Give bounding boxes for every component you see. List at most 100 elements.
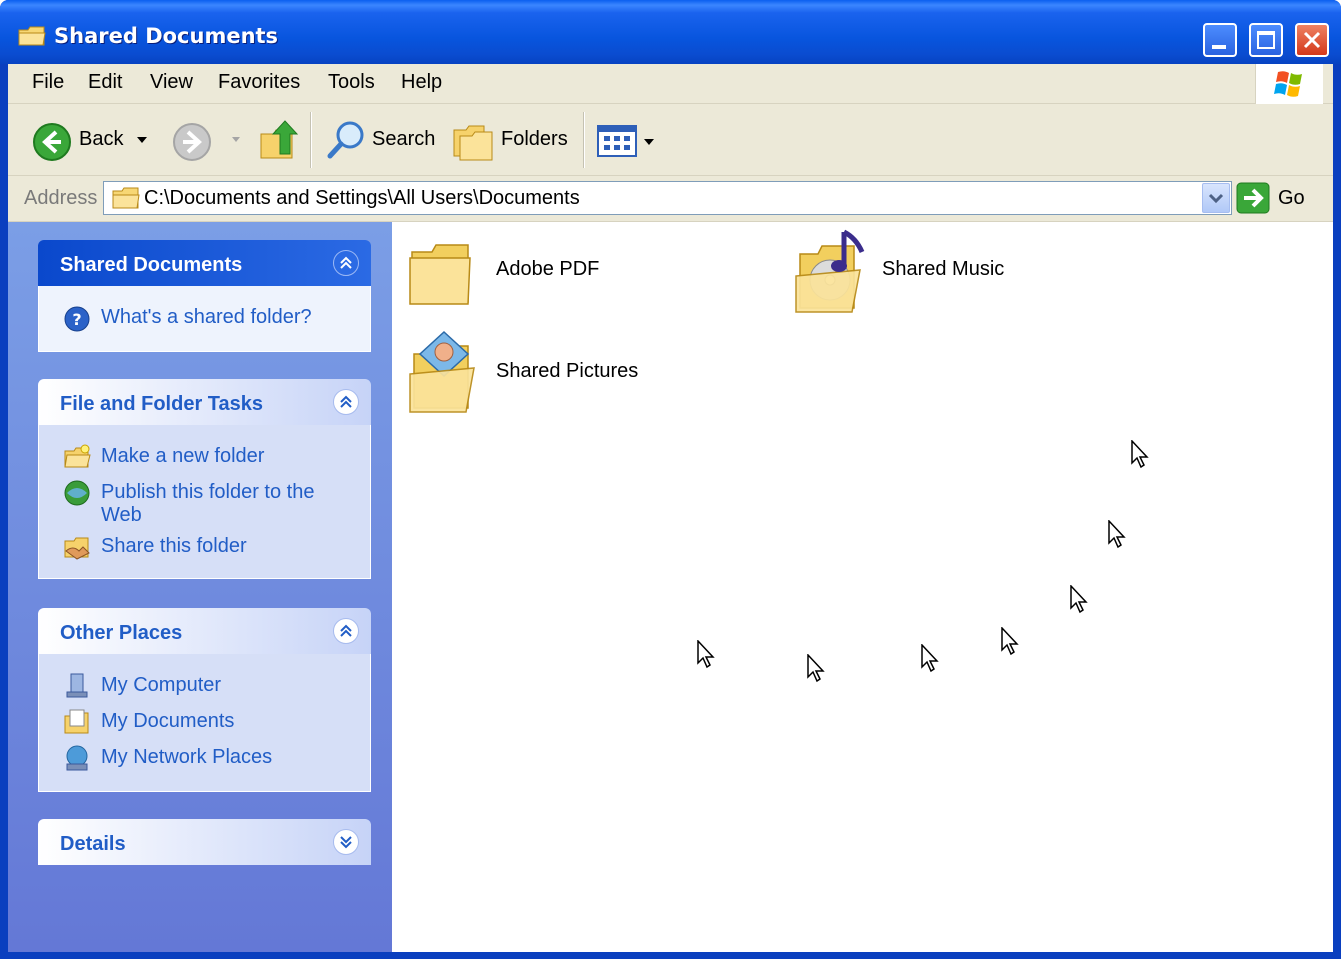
panel-details: Details bbox=[38, 819, 371, 865]
music-folder-icon bbox=[795, 229, 865, 313]
link-whats-shared-folder[interactable]: What's a shared folder? bbox=[101, 306, 312, 329]
mouse-cursor-icon bbox=[1131, 440, 1149, 469]
go-arrow-icon[interactable] bbox=[1236, 182, 1270, 214]
views-icon[interactable] bbox=[596, 124, 638, 158]
link-my-network-places[interactable]: My Network Places bbox=[101, 746, 272, 769]
panel-body: Make a new folder Publish this folder to… bbox=[38, 425, 371, 579]
menu-edit[interactable]: Edit bbox=[88, 71, 122, 94]
close-button[interactable] bbox=[1295, 23, 1329, 57]
panel-header[interactable]: Other Places bbox=[38, 608, 371, 654]
mouse-cursor-icon bbox=[1001, 627, 1019, 656]
collapse-button[interactable] bbox=[333, 389, 359, 415]
menu-tools[interactable]: Tools bbox=[328, 71, 375, 94]
address-input[interactable]: C:\Documents and Settings\All Users\Docu… bbox=[103, 181, 1232, 215]
panel-header[interactable]: Shared Documents bbox=[38, 240, 371, 286]
back-arrow-icon[interactable] bbox=[32, 122, 72, 162]
mouse-cursor-icon bbox=[697, 640, 715, 669]
forward-arrow-icon[interactable] bbox=[172, 122, 212, 162]
windows-logo-icon bbox=[1255, 64, 1323, 104]
panel-header[interactable]: Details bbox=[38, 819, 371, 865]
folder-icon bbox=[112, 187, 140, 209]
content-area: Shared Documents ? What's a shared folde… bbox=[8, 222, 1333, 952]
address-bar: Address C:\Documents and Settings\All Us… bbox=[8, 176, 1333, 222]
explorer-window: Shared Documents File Edit View Favorite… bbox=[0, 0, 1341, 959]
file-view: Adobe PDF Shared Music Shared Pictures bbox=[392, 222, 1333, 952]
window-title: Shared Documents bbox=[54, 24, 279, 48]
panel-title: Details bbox=[60, 833, 126, 855]
folder-label: Adobe PDF bbox=[496, 258, 600, 280]
panel-header[interactable]: File and Folder Tasks bbox=[38, 379, 371, 425]
chevron-up-icon bbox=[340, 395, 352, 408]
link-publish-web[interactable]: Publish this folder to the Web bbox=[101, 481, 351, 527]
menu-bar: File Edit View Favorites Tools Help bbox=[8, 64, 1333, 104]
maximize-icon bbox=[1257, 31, 1275, 49]
panel-other-places: Other Places My Computer My Documents My… bbox=[38, 608, 371, 792]
mouse-cursor-icon bbox=[807, 654, 825, 683]
folder-item-adobe-pdf[interactable]: Adobe PDF bbox=[406, 236, 666, 322]
chevron-down-icon bbox=[1208, 193, 1224, 204]
folders-icon[interactable] bbox=[452, 120, 498, 162]
address-value: C:\Documents and Settings\All Users\Docu… bbox=[144, 187, 580, 209]
folder-label: Shared Pictures bbox=[496, 360, 639, 382]
address-label: Address bbox=[24, 187, 98, 209]
svg-text:?: ? bbox=[72, 310, 81, 329]
toolbar: Back Search Folders bbox=[8, 104, 1333, 176]
menu-file[interactable]: File bbox=[32, 71, 64, 94]
minimize-icon bbox=[1212, 45, 1226, 49]
up-folder-icon[interactable] bbox=[258, 118, 300, 162]
share-folder-icon bbox=[64, 537, 90, 560]
mouse-cursor-icon bbox=[921, 644, 939, 673]
help-icon: ? bbox=[64, 306, 90, 332]
minimize-button[interactable] bbox=[1203, 23, 1237, 57]
chevron-up-icon bbox=[340, 256, 352, 269]
maximize-button[interactable] bbox=[1249, 23, 1283, 57]
collapse-button[interactable] bbox=[333, 250, 359, 276]
menu-help[interactable]: Help bbox=[401, 71, 442, 94]
link-share-folder[interactable]: Share this folder bbox=[101, 535, 247, 558]
link-make-new-folder[interactable]: Make a new folder bbox=[101, 445, 264, 468]
my-documents-icon bbox=[64, 709, 89, 734]
mouse-cursor-icon bbox=[1108, 520, 1126, 549]
views-dropdown-icon[interactable] bbox=[644, 139, 654, 145]
my-computer-icon bbox=[66, 673, 88, 698]
back-dropdown-icon[interactable] bbox=[137, 137, 147, 143]
panel-title: Shared Documents bbox=[60, 254, 243, 276]
panel-title: File and Folder Tasks bbox=[60, 393, 264, 415]
folder-icon bbox=[409, 244, 471, 305]
pictures-folder-icon bbox=[409, 330, 475, 413]
expand-button[interactable] bbox=[333, 829, 359, 855]
search-button[interactable]: Search bbox=[372, 128, 435, 151]
panel-title: Other Places bbox=[60, 622, 183, 644]
chevron-down-icon bbox=[340, 836, 352, 849]
folder-item-shared-music[interactable]: Shared Music bbox=[792, 226, 1072, 322]
window-frame-bottom bbox=[0, 952, 1341, 959]
toolbar-separator bbox=[310, 112, 312, 168]
mouse-cursor-icon bbox=[1070, 585, 1088, 614]
task-pane: Shared Documents ? What's a shared folde… bbox=[8, 222, 392, 952]
menu-favorites[interactable]: Favorites bbox=[218, 71, 300, 94]
close-icon bbox=[1303, 31, 1321, 49]
network-places-icon bbox=[66, 745, 88, 771]
publish-web-icon bbox=[64, 480, 90, 506]
new-folder-icon bbox=[64, 444, 91, 468]
link-my-documents[interactable]: My Documents bbox=[101, 710, 234, 733]
folders-button[interactable]: Folders bbox=[501, 128, 568, 151]
address-dropdown-button[interactable] bbox=[1202, 183, 1230, 213]
forward-dropdown-icon[interactable] bbox=[232, 137, 240, 142]
link-my-computer[interactable]: My Computer bbox=[101, 674, 221, 697]
panel-shared-documents: Shared Documents ? What's a shared folde… bbox=[38, 240, 371, 352]
collapse-button[interactable] bbox=[333, 618, 359, 644]
panel-body: My Computer My Documents My Network Plac… bbox=[38, 654, 371, 792]
folder-icon bbox=[18, 26, 46, 46]
toolbar-separator bbox=[583, 112, 585, 168]
back-button[interactable]: Back bbox=[79, 128, 123, 151]
panel-body: ? What's a shared folder? bbox=[38, 286, 371, 352]
go-button[interactable]: Go bbox=[1278, 187, 1305, 210]
menu-view[interactable]: View bbox=[150, 71, 193, 94]
panel-file-folder-tasks: File and Folder Tasks Make a new folder bbox=[38, 379, 371, 579]
folder-item-shared-pictures[interactable]: Shared Pictures bbox=[406, 326, 686, 418]
folder-label: Shared Music bbox=[882, 258, 1005, 280]
search-icon[interactable] bbox=[326, 118, 368, 162]
title-bar[interactable]: Shared Documents bbox=[0, 0, 1341, 64]
chevron-up-icon bbox=[340, 624, 352, 637]
